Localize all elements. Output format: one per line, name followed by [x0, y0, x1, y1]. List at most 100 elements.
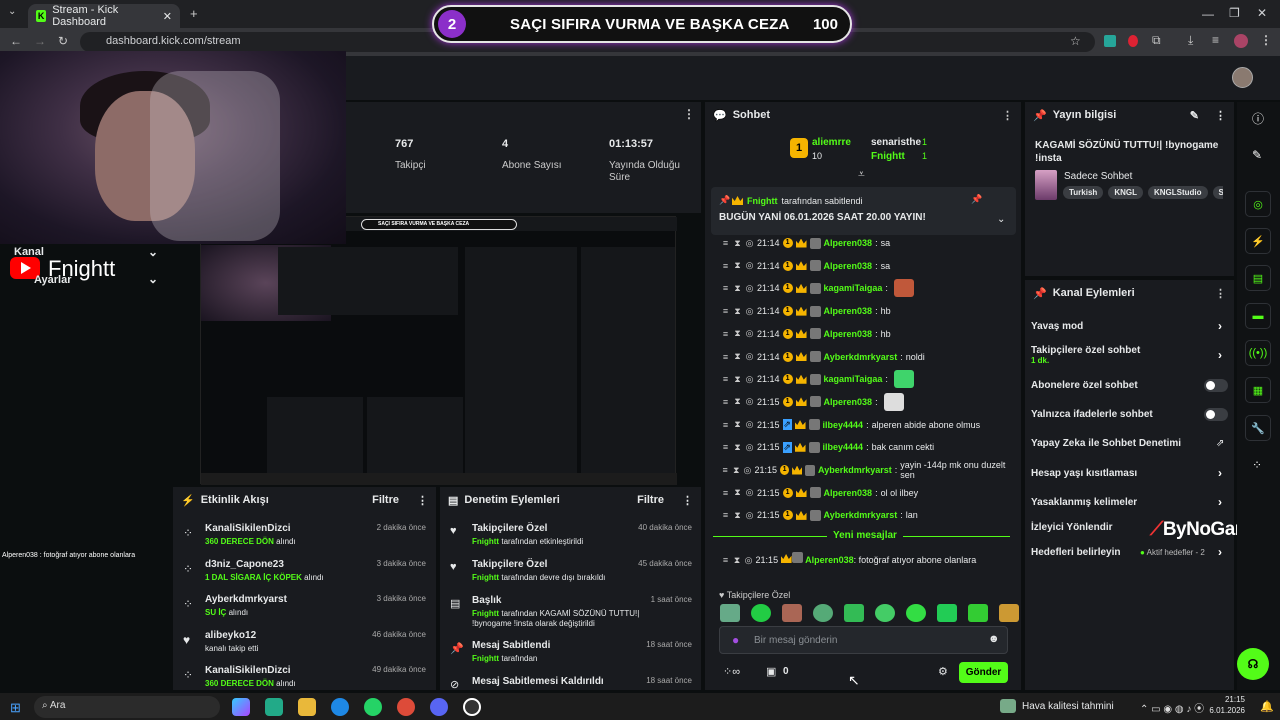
stats-menu-icon[interactable]: ⋮: [683, 107, 695, 121]
message-user[interactable]: Alperen038: [824, 261, 873, 271]
notification-icon[interactable]: 🔔: [1260, 700, 1274, 713]
menu-icon[interactable]: ≡: [721, 397, 730, 407]
action-slow-mode[interactable]: Yavaş mod: [1031, 321, 1226, 332]
chevron-down-icon[interactable]: ⌄: [148, 272, 158, 286]
message-user[interactable]: Alperen038: [824, 238, 873, 248]
menu-icon[interactable]: ≡: [721, 420, 730, 430]
actions-menu-icon[interactable]: ⋮: [1215, 287, 1226, 300]
chevron-down-icon[interactable]: ⌄: [997, 214, 1005, 225]
emoji-icon[interactable]: ☻: [988, 633, 1000, 645]
moderation-menu-icon[interactable]: ⋮: [682, 494, 693, 507]
emote[interactable]: [782, 604, 802, 622]
document-icon[interactable]: ▤: [1245, 265, 1271, 291]
emote[interactable]: [968, 604, 988, 622]
edit-icon[interactable]: ✎: [1252, 148, 1262, 162]
tag[interactable]: So: [1212, 186, 1223, 199]
more-icon[interactable]: ⁘: [1252, 458, 1262, 472]
ban-icon[interactable]: ◎: [745, 238, 754, 249]
pinned-user[interactable]: Fnightt: [747, 196, 778, 206]
edit-pencil-icon[interactable]: ✎: [1190, 109, 1199, 122]
action-ai-moderation[interactable]: Yapay Zeka ile Sohbet Denetimi: [1031, 438, 1226, 449]
emote[interactable]: [937, 604, 957, 622]
stream-preview[interactable]: SAÇI SIFIRA VURMA VE BAŞKA CEZA: [200, 216, 677, 485]
info-menu-icon[interactable]: ⋮: [1215, 109, 1226, 122]
tag[interactable]: KNGL: [1108, 186, 1143, 199]
message-user[interactable]: kagamiTaigaa: [824, 374, 883, 384]
ban-icon[interactable]: ◎: [745, 328, 754, 339]
ban-icon[interactable]: ◎: [745, 419, 754, 430]
message-user[interactable]: Alperen038: [824, 488, 873, 498]
timeout-icon[interactable]: ⧗: [733, 442, 742, 453]
whatsapp-icon[interactable]: [364, 698, 382, 716]
media-icon[interactable]: ≡: [1212, 33, 1219, 47]
copilot-icon[interactable]: [232, 698, 250, 716]
menu-icon[interactable]: ≡: [721, 442, 730, 452]
broadcast-icon[interactable]: ((•)): [1245, 340, 1271, 366]
menu-icon[interactable]: ≡: [721, 374, 730, 384]
chevron-right-icon[interactable]: ›: [1218, 319, 1222, 333]
send-button[interactable]: Gönder: [959, 662, 1008, 683]
chevron-right-icon[interactable]: ›: [1218, 495, 1222, 509]
support-headset-icon[interactable]: ☊: [1237, 648, 1269, 680]
timeout-icon[interactable]: ⧗: [733, 351, 742, 362]
timeout-icon[interactable]: ⧗: [733, 419, 742, 430]
menu-icon[interactable]: ≡: [721, 261, 730, 271]
message-user[interactable]: Ayberkdmrkyarst: [824, 510, 898, 520]
chevron-down-icon[interactable]: ⌄: [148, 245, 158, 259]
subscribers-only-toggle[interactable]: [1204, 379, 1228, 392]
edge-icon[interactable]: [331, 698, 349, 716]
menu-icon[interactable]: ≡: [721, 352, 730, 362]
wrench-icon[interactable]: 🔧: [1245, 415, 1271, 441]
timeout-icon[interactable]: ⧗: [733, 396, 742, 407]
close-tab-icon[interactable]: ✕: [163, 10, 172, 23]
timeout-icon[interactable]: ⧗: [733, 283, 742, 294]
gift-icon[interactable]: ▣: [766, 665, 776, 678]
ban-icon[interactable]: ◎: [743, 465, 751, 476]
forward-icon[interactable]: →: [34, 34, 46, 48]
emote[interactable]: [906, 604, 926, 622]
menu-icon[interactable]: ≡: [721, 283, 730, 293]
emote[interactable]: [844, 604, 864, 622]
windows-start-icon[interactable]: ⊞: [10, 700, 21, 716]
chrome-icon[interactable]: [397, 698, 415, 716]
action-followers-only[interactable]: Takipçilere özel sohbet: [1031, 345, 1226, 356]
ban-icon[interactable]: ◎: [745, 283, 754, 294]
chat-input-placeholder[interactable]: Bir mesaj gönderin: [754, 635, 837, 646]
message-user[interactable]: ilbey4444: [823, 442, 864, 452]
ban-icon[interactable]: ◎: [745, 396, 754, 407]
ban-icon[interactable]: ◎: [745, 306, 754, 317]
info-icon[interactable]: ⓘ: [1252, 110, 1264, 127]
message-user[interactable]: Ayberkdmrkyarst: [818, 465, 892, 475]
settings-gear-icon[interactable]: ⚙: [938, 665, 948, 678]
menu-icon[interactable]: ≡: [721, 238, 730, 248]
profile-avatar[interactable]: [1234, 34, 1248, 48]
ban-icon[interactable]: ◎: [745, 260, 754, 271]
emote[interactable]: [751, 604, 771, 622]
lightning-icon[interactable]: ⚡: [1245, 228, 1271, 254]
chevron-right-icon[interactable]: ›: [1218, 466, 1222, 480]
unpin-icon[interactable]: 📌: [971, 194, 982, 205]
menu-icon[interactable]: ≡: [721, 488, 730, 498]
tab-list-icon[interactable]: ⌄: [8, 6, 16, 17]
emote[interactable]: [813, 604, 833, 622]
tag[interactable]: KNGLStudio: [1147, 186, 1208, 199]
extension-icon[interactable]: [1104, 35, 1116, 47]
collapse-icon[interactable]: ⩡: [858, 167, 865, 182]
timeout-icon[interactable]: ⧗: [733, 374, 742, 385]
emotes-only-toggle[interactable]: [1204, 408, 1228, 421]
chevron-right-icon[interactable]: ›: [1218, 545, 1222, 559]
timeout-icon[interactable]: ⧗: [732, 465, 740, 476]
tray-icons[interactable]: ⌃ ▭ ◉ ◍ ♪ ⦿: [1140, 700, 1204, 715]
message-user[interactable]: Alperen038: [824, 329, 873, 339]
clip-icon[interactable]: ◎: [1245, 191, 1271, 217]
menu-icon[interactable]: ≡: [721, 465, 729, 475]
action-subscribers-only[interactable]: Abonelere özel sohbet: [1031, 380, 1226, 391]
timeout-icon[interactable]: ⧗: [733, 238, 742, 249]
close-window-icon[interactable]: ✕: [1257, 6, 1267, 20]
top-gifter-2-name[interactable]: senaristhe: [871, 137, 921, 148]
back-icon[interactable]: ←: [10, 34, 22, 48]
action-account-age[interactable]: Hesap yaşı kısıtlaması: [1031, 468, 1226, 479]
ban-icon[interactable]: ◎: [745, 487, 754, 498]
minimize-icon[interactable]: —: [1202, 7, 1214, 21]
download-icon[interactable]: ⤓: [1188, 33, 1193, 48]
